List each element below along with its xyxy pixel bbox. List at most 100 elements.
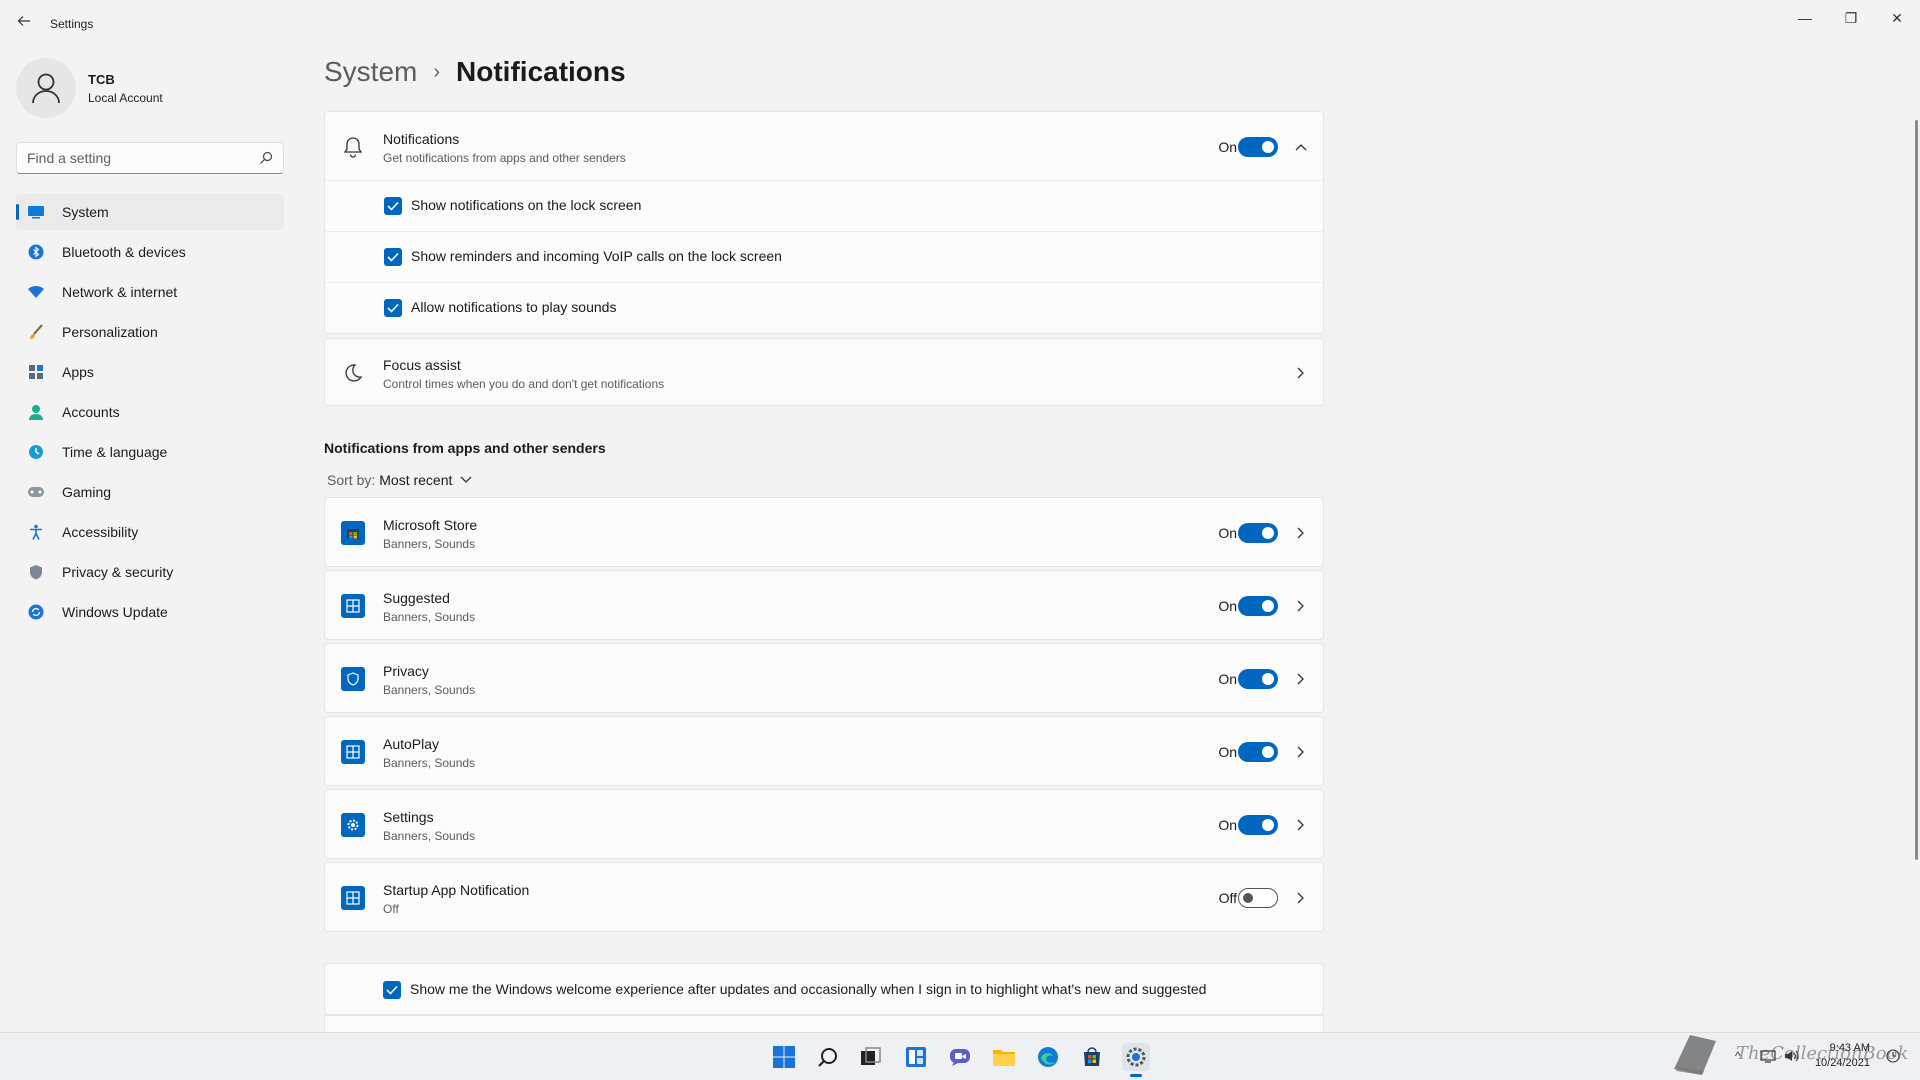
sidebar-item-gaming[interactable]: Gaming [16, 474, 284, 510]
chevron-right-icon[interactable] [1293, 817, 1309, 833]
check-icon [387, 201, 399, 211]
update-icon [26, 602, 46, 622]
accessibility-icon [26, 522, 46, 542]
sidebar-item-windows-update[interactable]: Windows Update [16, 594, 284, 630]
app-row-microsoft-store[interactable]: Microsoft Store Banners, Sounds On [324, 497, 1324, 567]
start-icon[interactable] [770, 1043, 798, 1071]
welcome-experience-row[interactable]: Show me the Windows welcome experience a… [324, 963, 1324, 1015]
app-row-privacy[interactable]: Privacy Banners, Sounds On [324, 643, 1324, 713]
brush-icon [26, 322, 46, 342]
search-icon[interactable] [259, 151, 273, 165]
option-row[interactable]: Show notifications on the lock screen [324, 180, 1324, 231]
app-toggle[interactable] [1238, 815, 1278, 835]
app-toggle[interactable] [1238, 596, 1278, 616]
sort-value[interactable]: Most recent [379, 472, 452, 488]
chevron-right-icon[interactable] [1293, 365, 1309, 381]
app-detail: Banners, Sounds [383, 537, 476, 551]
chevron-right-icon[interactable] [1293, 744, 1309, 760]
book-logo-icon [1674, 1035, 1716, 1075]
account-type: Local Account [88, 91, 163, 105]
notifications-card[interactable]: Notifications Get notifications from app… [324, 111, 1324, 181]
settings-app-icon[interactable] [1122, 1043, 1150, 1077]
app-toggle[interactable] [1238, 523, 1278, 543]
task-view-icon[interactable] [857, 1043, 885, 1071]
app-toggle[interactable] [1238, 888, 1278, 908]
app-detail: Banners, Sounds [383, 610, 476, 624]
app-state: On [1218, 598, 1237, 614]
app-row-suggested[interactable]: Suggested Banners, Sounds On [324, 570, 1324, 640]
voip-checkbox[interactable] [384, 248, 402, 266]
sidebar-item-network[interactable]: Network & internet [16, 274, 284, 310]
app-toggle[interactable] [1238, 742, 1278, 762]
check-icon [387, 252, 399, 262]
sidebar-item-system[interactable]: System [16, 194, 284, 230]
sidebar-item-bluetooth[interactable]: Bluetooth & devices [16, 234, 284, 270]
search-box[interactable] [16, 142, 284, 174]
widgets-icon[interactable] [902, 1043, 930, 1071]
sidebar-item-label: Network & internet [62, 284, 178, 300]
bluetooth-icon [26, 242, 46, 262]
edge-icon[interactable] [1034, 1043, 1062, 1071]
breadcrumb: System › Notifications [324, 56, 626, 88]
app-grid-icon [341, 886, 365, 910]
page-title: Notifications [456, 56, 626, 87]
search-icon[interactable] [814, 1043, 842, 1071]
checkbox-label: Show notifications on the lock screen [411, 197, 642, 213]
scrollbar[interactable] [1915, 120, 1918, 860]
close-button[interactable]: ✕ [1874, 4, 1920, 32]
store-icon[interactable] [1078, 1043, 1106, 1071]
lock-screen-checkbox[interactable] [384, 197, 402, 215]
next-card-partial [324, 1015, 1324, 1032]
sidebar-item-accessibility[interactable]: Accessibility [16, 514, 284, 550]
sidebar-item-label: Privacy & security [62, 564, 174, 580]
chevron-right-icon[interactable] [1293, 890, 1309, 906]
chevron-right-icon[interactable] [1293, 525, 1309, 541]
sort-dropdown[interactable]: Sort by: Most recent [327, 472, 472, 488]
app-state: On [1218, 671, 1237, 687]
app-name: Microsoft Store [383, 517, 478, 533]
check-icon [387, 303, 399, 313]
checkbox-label: Allow notifications to play sounds [411, 299, 617, 315]
sounds-checkbox[interactable] [384, 299, 402, 317]
option-row[interactable]: Show reminders and incoming VoIP calls o… [324, 231, 1324, 282]
app-row-startup-app[interactable]: Startup App Notification Off Off [324, 862, 1324, 932]
chevron-right-icon[interactable] [1293, 598, 1309, 614]
sidebar-item-label: Accounts [62, 404, 120, 420]
apps-icon [26, 362, 46, 382]
sidebar-item-accounts[interactable]: Accounts [16, 394, 284, 430]
chat-icon[interactable] [946, 1043, 974, 1071]
file-explorer-icon[interactable] [990, 1043, 1018, 1071]
chevron-down-icon[interactable] [460, 476, 472, 484]
app-detail: Banners, Sounds [383, 829, 476, 843]
sidebar-item-personalization[interactable]: Personalization [16, 314, 284, 350]
sidebar-item-label: Accessibility [62, 524, 139, 540]
app-name: AutoPlay [383, 736, 440, 752]
app-row-settings[interactable]: Settings Banners, Sounds On [324, 789, 1324, 859]
notifications-toggle[interactable] [1238, 137, 1278, 157]
app-row-autoplay[interactable]: AutoPlay Banners, Sounds On [324, 716, 1324, 786]
back-button[interactable] [12, 12, 36, 36]
avatar[interactable] [16, 58, 76, 118]
focus-assist-card[interactable]: Focus assist Control times when you do a… [324, 338, 1324, 406]
sidebar-item-label: System [62, 204, 109, 220]
minimize-button[interactable]: — [1782, 4, 1828, 32]
option-row[interactable]: Allow notifications to play sounds [324, 282, 1324, 334]
checkbox-label: Show me the Windows welcome experience a… [410, 981, 1207, 997]
person-icon [26, 402, 46, 422]
maximize-button[interactable]: ❐ [1828, 4, 1874, 32]
app-name: Settings [383, 809, 434, 825]
breadcrumb-parent[interactable]: System [324, 56, 417, 88]
sidebar-item-privacy[interactable]: Privacy & security [16, 554, 284, 590]
search-input[interactable] [27, 149, 257, 167]
app-grid-icon [341, 740, 365, 764]
globe-clock-icon [26, 442, 46, 462]
check-icon [386, 985, 398, 995]
sidebar-item-time-language[interactable]: Time & language [16, 434, 284, 470]
gamepad-icon [26, 482, 46, 502]
app-state: On [1218, 525, 1237, 541]
welcome-checkbox[interactable] [383, 981, 401, 999]
app-toggle[interactable] [1238, 669, 1278, 689]
sidebar-item-apps[interactable]: Apps [16, 354, 284, 390]
chevron-right-icon[interactable] [1293, 671, 1309, 687]
chevron-up-icon[interactable] [1293, 139, 1309, 155]
